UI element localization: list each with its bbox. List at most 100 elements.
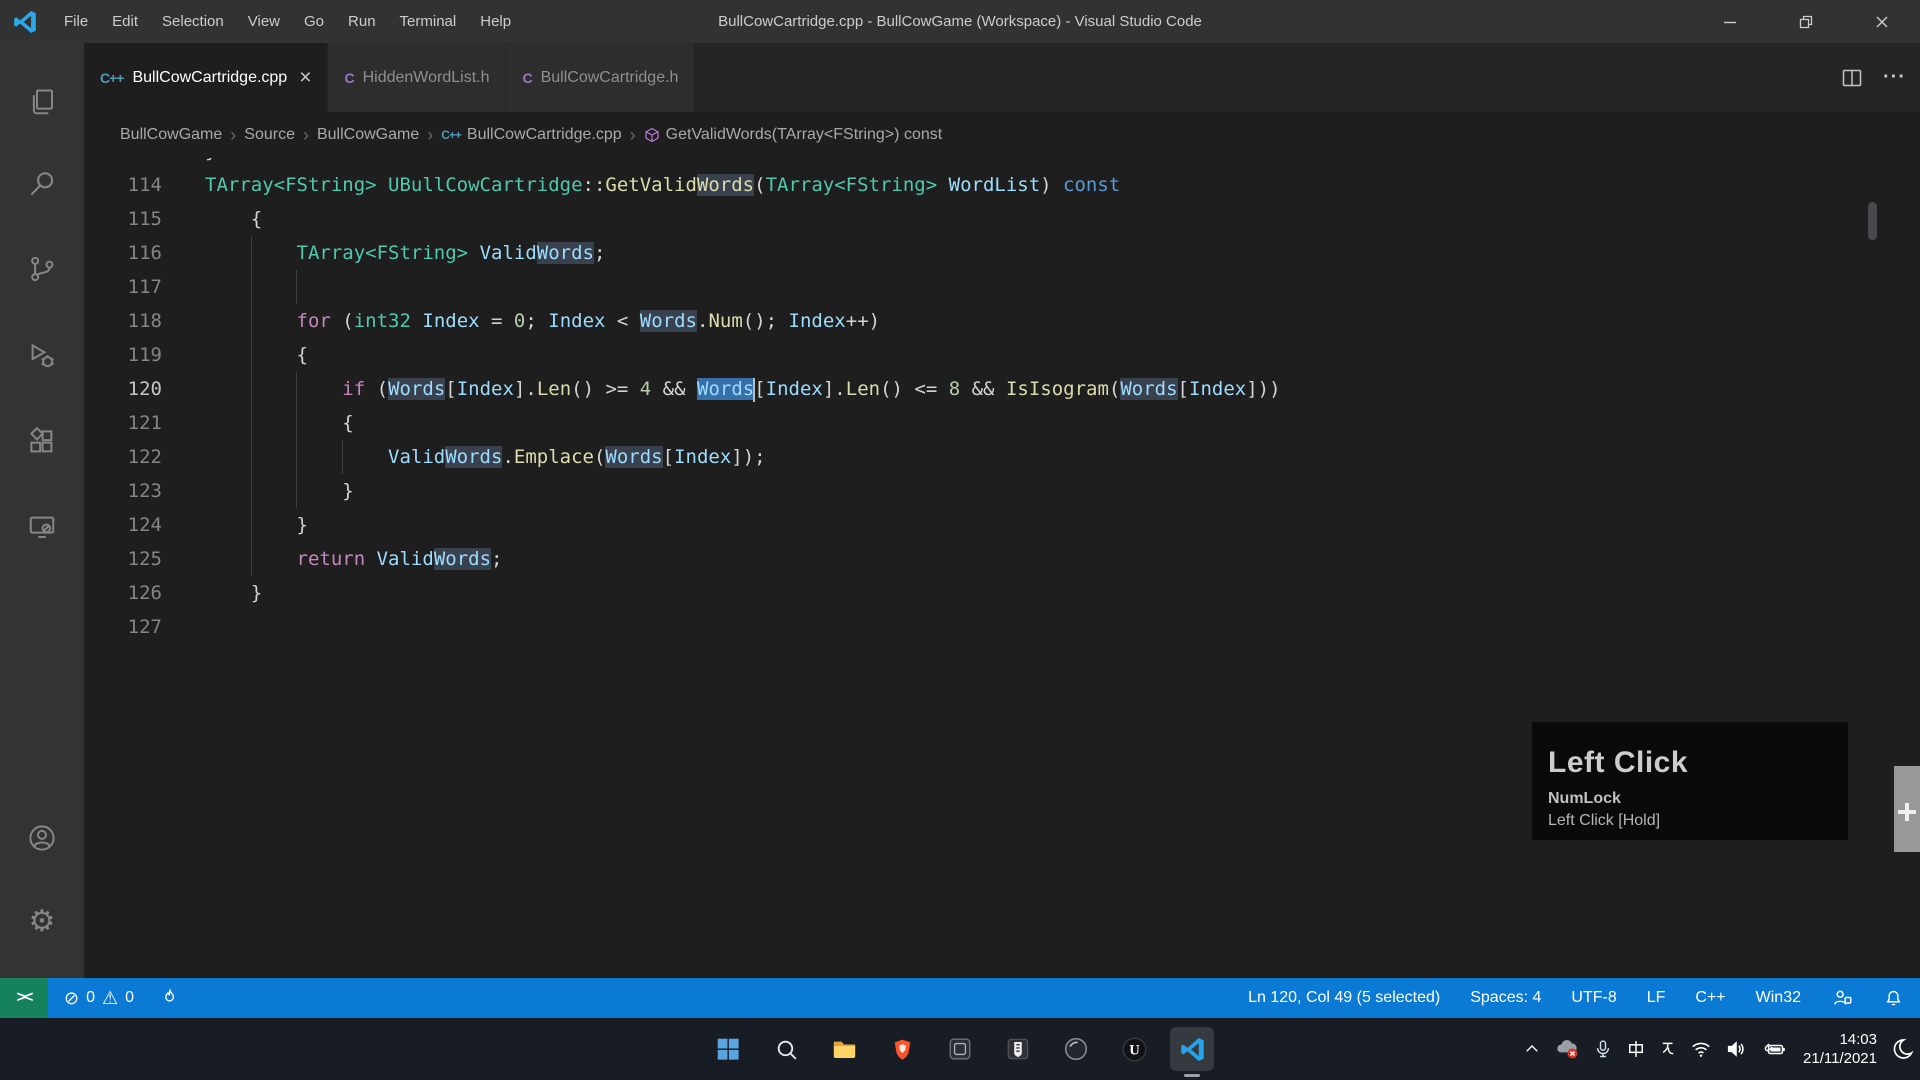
feedback-icon[interactable] bbox=[1831, 987, 1853, 1009]
cpp-icon: C++ bbox=[441, 128, 461, 142]
ime-chinese-icon[interactable] bbox=[1626, 1039, 1646, 1059]
epic-games-taskbar-icon[interactable] bbox=[996, 1027, 1040, 1071]
code-line-117[interactable]: 117 bbox=[84, 270, 1920, 304]
bell-icon[interactable] bbox=[1883, 988, 1904, 1009]
menu-terminal[interactable]: Terminal bbox=[388, 0, 469, 43]
breadcrumb-label: Source bbox=[244, 126, 295, 144]
breadcrumb-item[interactable]: Source bbox=[244, 126, 295, 144]
code-line-123[interactable]: 123 } bbox=[84, 474, 1920, 508]
account-icon[interactable] bbox=[0, 809, 84, 867]
menu-edit[interactable]: Edit bbox=[100, 0, 150, 43]
platform[interactable]: Win32 bbox=[1756, 989, 1801, 1007]
close-button[interactable] bbox=[1844, 0, 1920, 43]
brave-taskbar-icon[interactable] bbox=[880, 1027, 924, 1071]
chevron-up-icon[interactable] bbox=[1523, 1040, 1541, 1058]
more-actions-icon[interactable]: ··· bbox=[1883, 66, 1906, 89]
code-line-115[interactable]: 115 { bbox=[84, 202, 1920, 236]
code-line-121[interactable]: 121 { bbox=[84, 406, 1920, 440]
code-line-118[interactable]: 118 for (int32 Index = 0; Index < Words.… bbox=[84, 304, 1920, 338]
search-icon[interactable] bbox=[0, 155, 84, 213]
search-taskbar-icon[interactable] bbox=[764, 1027, 808, 1071]
ime-bopomofo-icon[interactable] bbox=[1659, 1040, 1677, 1058]
menu-go[interactable]: Go bbox=[292, 0, 336, 43]
eol-sequence[interactable]: LF bbox=[1647, 989, 1666, 1007]
code-text: { bbox=[205, 338, 308, 372]
code-text: for (int32 Index = 0; Index < Words.Num(… bbox=[205, 304, 880, 338]
vscode-logo-icon bbox=[12, 9, 38, 35]
vscode-taskbar-icon[interactable] bbox=[1170, 1027, 1214, 1071]
screenshot-app-taskbar-icon[interactable] bbox=[938, 1027, 982, 1071]
code-line-119[interactable]: 119 { bbox=[84, 338, 1920, 372]
breadcrumb-item[interactable]: BullCowGame bbox=[317, 126, 419, 144]
breadcrumb-item[interactable]: GetValidWords(TArray<FString>) const bbox=[644, 126, 943, 144]
flame-icon[interactable] bbox=[160, 988, 180, 1008]
battery-charging-icon[interactable] bbox=[1760, 1036, 1786, 1062]
volume-icon[interactable] bbox=[1725, 1038, 1747, 1060]
status-bar: >< ⊘ 0 ⚠ 0 Ln 120, Col 49 (5 selected) Sp… bbox=[0, 978, 1920, 1018]
run-debug-icon[interactable] bbox=[0, 327, 84, 385]
indentation[interactable]: Spaces: 4 bbox=[1470, 989, 1541, 1007]
menu-help[interactable]: Help bbox=[468, 0, 523, 43]
breadcrumb-separator: › bbox=[295, 125, 317, 146]
menu-view[interactable]: View bbox=[236, 0, 292, 43]
problems-status[interactable]: ⊘ 0 ⚠ 0 bbox=[64, 989, 134, 1007]
selected-text: Words bbox=[697, 378, 754, 400]
status-right: Ln 120, Col 49 (5 selected) Spaces: 4 UTF-… bbox=[1248, 978, 1904, 1018]
code-editor[interactable]: 113}114TArray<FString> UBullCowCartridge… bbox=[84, 158, 1920, 978]
overlay-plus-handle[interactable] bbox=[1894, 766, 1920, 852]
explorer-taskbar-icon[interactable] bbox=[822, 1027, 866, 1071]
restore-button[interactable] bbox=[1768, 0, 1844, 43]
line-number: 114 bbox=[84, 168, 162, 202]
cursor-position[interactable]: Ln 120, Col 49 (5 selected) bbox=[1248, 989, 1440, 1007]
word-occurrence-highlight: Words bbox=[640, 310, 697, 332]
line-number: 116 bbox=[84, 236, 162, 270]
code-line-125[interactable]: 125 return ValidWords; bbox=[84, 542, 1920, 576]
code-line-116[interactable]: 116 TArray<FString> ValidWords; bbox=[84, 236, 1920, 270]
breadcrumb-item[interactable]: BullCowGame bbox=[120, 126, 222, 144]
wifi-icon[interactable] bbox=[1690, 1038, 1712, 1060]
warning-count: 0 bbox=[125, 989, 134, 1007]
code-line-120[interactable]: 120 if (Words[Index].Len() >= 4 && Words… bbox=[84, 372, 1920, 406]
code-text: { bbox=[205, 202, 262, 236]
taskbar-clock[interactable]: 14:0321/11/2021 bbox=[1803, 1030, 1877, 1068]
split-editor-icon[interactable] bbox=[1841, 67, 1863, 89]
scrollbar-thumb[interactable] bbox=[1868, 202, 1877, 240]
tab-bullcowcartridge.h[interactable]: CBullCowCartridge.h bbox=[506, 43, 695, 112]
minimize-button[interactable] bbox=[1692, 0, 1768, 43]
code-text: { bbox=[205, 406, 354, 440]
tab-close-icon[interactable]: × bbox=[299, 67, 311, 88]
menu-bar: FileEditSelectionViewGoRunTerminalHelp bbox=[52, 0, 523, 43]
settings-gear-icon[interactable]: ⚙ bbox=[0, 893, 84, 951]
code-text: return ValidWords; bbox=[205, 542, 502, 576]
round-app-taskbar-icon[interactable] bbox=[1054, 1027, 1098, 1071]
encoding[interactable]: UTF-8 bbox=[1571, 989, 1616, 1007]
code-line-114[interactable]: 114TArray<FString> UBullCowCartridge::Ge… bbox=[84, 168, 1920, 202]
code-line-126[interactable]: 126 } bbox=[84, 576, 1920, 610]
tab-bullcowcartridge.cpp[interactable]: C++BullCowCartridge.cpp× bbox=[84, 43, 328, 112]
line-number: 117 bbox=[84, 270, 162, 304]
remote-monitor-icon[interactable] bbox=[0, 498, 84, 556]
keypress-title: Left Click bbox=[1548, 746, 1848, 780]
code-line-122[interactable]: 122 ValidWords.Emplace(Words[Index]); bbox=[84, 440, 1920, 474]
language-mode[interactable]: C++ bbox=[1695, 989, 1725, 1007]
menu-file[interactable]: File bbox=[52, 0, 100, 43]
menu-selection[interactable]: Selection bbox=[150, 0, 236, 43]
extensions-icon[interactable] bbox=[0, 413, 84, 471]
breadcrumb-label: GetValidWords(TArray<FString>) const bbox=[666, 126, 943, 144]
code-line-127[interactable]: 127 bbox=[84, 610, 1920, 644]
breadcrumb-item[interactable]: C++BullCowCartridge.cpp bbox=[441, 126, 621, 144]
explorer-icon[interactable] bbox=[0, 73, 84, 131]
moon-icon[interactable] bbox=[1890, 1037, 1914, 1061]
onedrive-error-icon[interactable] bbox=[1554, 1036, 1580, 1062]
source-control-icon[interactable] bbox=[0, 240, 84, 298]
code-line-113[interactable]: 113} bbox=[84, 158, 1920, 168]
unreal-engine-taskbar-icon[interactable]: U bbox=[1112, 1027, 1156, 1071]
code-line-124[interactable]: 124 } bbox=[84, 508, 1920, 542]
indent-guide bbox=[251, 270, 252, 304]
menu-run[interactable]: Run bbox=[336, 0, 388, 43]
remote-indicator[interactable]: >< bbox=[0, 978, 48, 1018]
start-taskbar-icon[interactable] bbox=[706, 1027, 750, 1071]
tab-hiddenwordlist.h[interactable]: CHiddenWordList.h bbox=[328, 43, 506, 112]
line-number: 118 bbox=[84, 304, 162, 338]
microphone-icon[interactable] bbox=[1593, 1039, 1613, 1059]
